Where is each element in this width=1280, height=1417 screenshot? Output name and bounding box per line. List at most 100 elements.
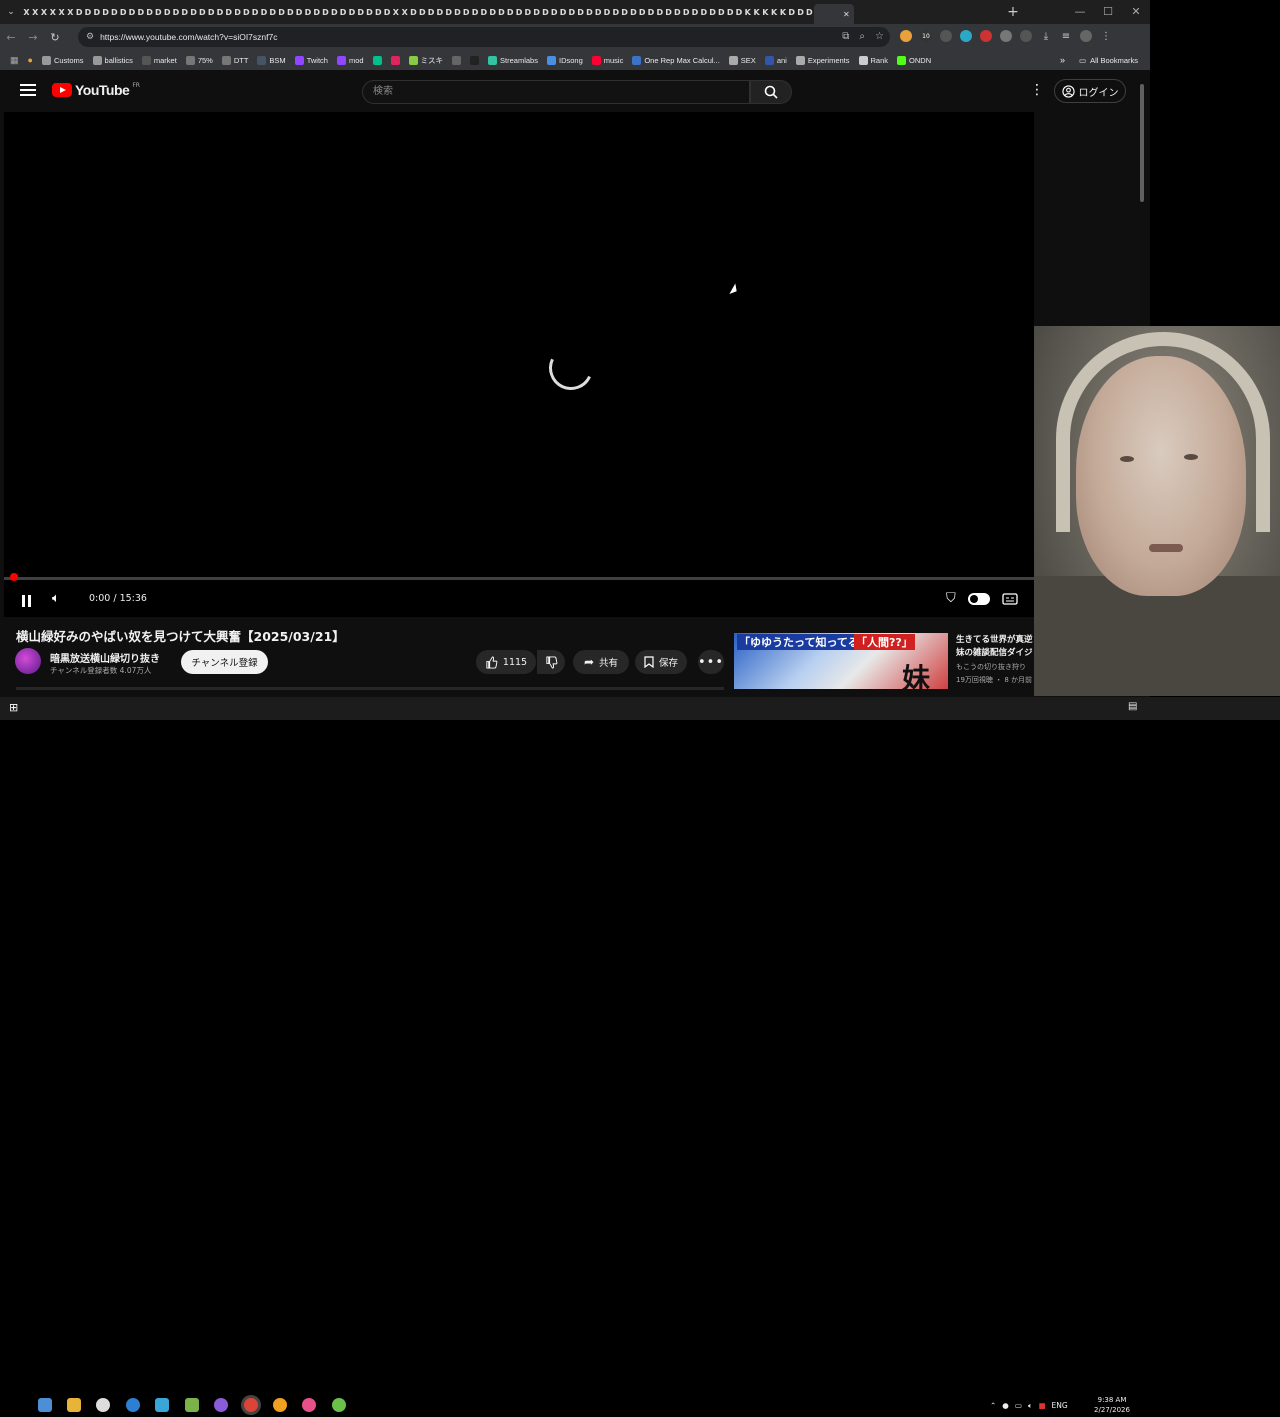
browser-tab[interactable]: D xyxy=(523,5,532,19)
browser-tab[interactable]: D xyxy=(110,5,119,19)
browser-tab[interactable]: D xyxy=(356,5,365,19)
browser-tab[interactable]: D xyxy=(101,5,110,19)
browser-tab[interactable]: D xyxy=(251,5,260,19)
browser-tab[interactable]: D xyxy=(435,5,444,19)
browser-tab[interactable]: D xyxy=(180,5,189,19)
taskbar-app-3-icon[interactable] xyxy=(96,1398,110,1412)
channel-avatar[interactable] xyxy=(15,648,41,674)
browser-tab[interactable]: D xyxy=(75,5,84,19)
extension-4-icon[interactable] xyxy=(960,30,972,42)
channel-name[interactable]: 暗黒放送横山緑切り抜き xyxy=(50,650,160,665)
browser-tab[interactable]: D xyxy=(330,5,339,19)
more-actions-button[interactable]: ••• xyxy=(698,650,724,674)
bookmark-item[interactable]: One Rep Max Calcul... xyxy=(632,55,720,65)
browser-tab[interactable]: D xyxy=(576,5,585,19)
browser-tab[interactable]: D xyxy=(479,5,488,19)
browser-tab[interactable]: D xyxy=(796,5,805,19)
back-icon[interactable]: ← xyxy=(0,31,22,44)
browser-tab[interactable]: D xyxy=(339,5,348,19)
browser-tab[interactable]: D xyxy=(84,5,93,19)
bookmark-item[interactable]: SEX xyxy=(728,55,756,65)
browser-tab[interactable]: D xyxy=(92,5,101,19)
bookmark-item[interactable]: ani xyxy=(764,55,787,65)
bookmark-item[interactable] xyxy=(372,55,382,65)
browser-tab[interactable]: D xyxy=(717,5,726,19)
bookmark-lightbulb-icon[interactable]: ● xyxy=(28,55,33,65)
browser-tab[interactable]: D xyxy=(691,5,700,19)
bookmark-item[interactable]: market xyxy=(141,55,177,65)
browser-tab[interactable]: D xyxy=(805,5,814,19)
taskbar-app-4-icon[interactable] xyxy=(126,1398,140,1412)
subscribe-button[interactable]: チャンネル登録 xyxy=(181,650,268,674)
taskbar-clock[interactable]: 9:38 AM 2/27/2026 xyxy=(1092,1395,1132,1415)
new-tab-button[interactable]: + xyxy=(1002,4,1024,20)
browser-tab[interactable]: D xyxy=(224,5,233,19)
bookmark-star-icon[interactable]: ☆ xyxy=(875,31,884,42)
like-button[interactable]: 1115 xyxy=(476,650,536,674)
site-info-icon[interactable]: ⚙ xyxy=(86,32,94,42)
browser-tab[interactable]: D xyxy=(268,5,277,19)
browser-tab[interactable]: D xyxy=(603,5,612,19)
browser-tab[interactable]: D xyxy=(207,5,216,19)
bookmark-item[interactable]: Rank xyxy=(858,55,888,65)
browser-tab[interactable]: D xyxy=(638,5,647,19)
taskbar-app-11-icon[interactable] xyxy=(332,1398,346,1412)
youtube-logo[interactable]: YouTube FR xyxy=(52,82,140,98)
bookmark-item[interactable]: DTT xyxy=(221,55,248,65)
recommendation-channel[interactable]: もこうの切り抜き狩り xyxy=(956,661,1036,674)
bookmark-item[interactable] xyxy=(390,55,400,65)
taskbar-app-9-icon[interactable] xyxy=(273,1398,287,1412)
subtitles-icon[interactable] xyxy=(1002,592,1018,605)
taskbar-app-1-icon[interactable] xyxy=(38,1398,52,1412)
reload-icon[interactable]: ↻ xyxy=(44,31,66,44)
browser-tab[interactable]: K xyxy=(770,5,779,19)
browser-tab[interactable]: D xyxy=(620,5,629,19)
taskbar-app-10-icon[interactable] xyxy=(302,1398,316,1412)
browser-tab[interactable]: D xyxy=(559,5,568,19)
browser-tab[interactable]: D xyxy=(128,5,137,19)
browser-tab[interactable]: D xyxy=(629,5,638,19)
browser-tab[interactable]: K xyxy=(761,5,770,19)
forward-icon[interactable]: → xyxy=(22,31,44,44)
browser-tab[interactable]: D xyxy=(145,5,154,19)
apps-grid-icon[interactable]: ▦ xyxy=(10,55,19,66)
browser-tab[interactable]: K xyxy=(752,5,761,19)
browser-tab[interactable]: X xyxy=(57,5,66,19)
taskbar-app-6-icon[interactable] xyxy=(185,1398,199,1412)
browser-tab[interactable]: X xyxy=(391,5,400,19)
browser-tab[interactable]: D xyxy=(585,5,594,19)
browser-tab[interactable]: D xyxy=(787,5,796,19)
tab-search-button[interactable]: ⌄ xyxy=(0,0,22,24)
browser-tab[interactable]: D xyxy=(453,5,462,19)
browser-tab[interactable]: K xyxy=(779,5,788,19)
autoplay-toggle[interactable] xyxy=(967,592,990,605)
all-bookmarks[interactable]: » ▭ All Bookmarks xyxy=(1060,50,1138,70)
pause-icon[interactable] xyxy=(22,592,34,607)
share-button[interactable]: ➦ 共有 xyxy=(573,650,629,674)
more-bookmarks-icon[interactable]: » xyxy=(1060,55,1065,65)
browser-tab[interactable]: D xyxy=(119,5,128,19)
browser-tab[interactable]: D xyxy=(242,5,251,19)
bookmark-item[interactable]: mod xyxy=(336,55,364,65)
recommendation-title[interactable]: 生きてる世界が真逆 妹の雑談配信ダイジ xyxy=(956,634,1036,660)
browser-tab[interactable]: D xyxy=(726,5,735,19)
tray-red-icon[interactable]: ■ xyxy=(1038,1401,1045,1410)
browser-tab[interactable]: D xyxy=(427,5,436,19)
browser-tab[interactable]: D xyxy=(471,5,480,19)
browser-tab[interactable]: D xyxy=(541,5,550,19)
browser-tab[interactable]: D xyxy=(365,5,374,19)
shield-icon[interactable]: ⛉ xyxy=(946,591,956,606)
active-tab-close-icon[interactable]: ✕ xyxy=(813,4,854,24)
progress-scrubber[interactable] xyxy=(10,573,18,581)
browser-tab[interactable]: D xyxy=(295,5,304,19)
volume-icon[interactable]: 🔈︎ xyxy=(52,591,60,606)
browser-tab[interactable]: D xyxy=(664,5,673,19)
browser-tab[interactable]: D xyxy=(321,5,330,19)
browser-menu-icon[interactable]: ⋮ xyxy=(1100,30,1112,42)
bookmark-item[interactable]: 75% xyxy=(185,55,213,65)
browser-tab[interactable]: D xyxy=(515,5,524,19)
browser-tab[interactable]: D xyxy=(216,5,225,19)
browser-tab[interactable]: D xyxy=(444,5,453,19)
close-window-button[interactable]: ✕ xyxy=(1122,0,1150,24)
browser-tab[interactable]: D xyxy=(304,5,313,19)
